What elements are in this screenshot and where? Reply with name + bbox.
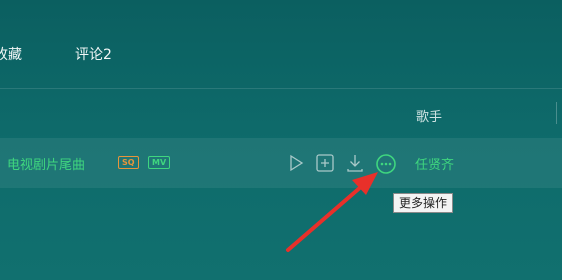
red-arrow-annotation [286,172,378,252]
